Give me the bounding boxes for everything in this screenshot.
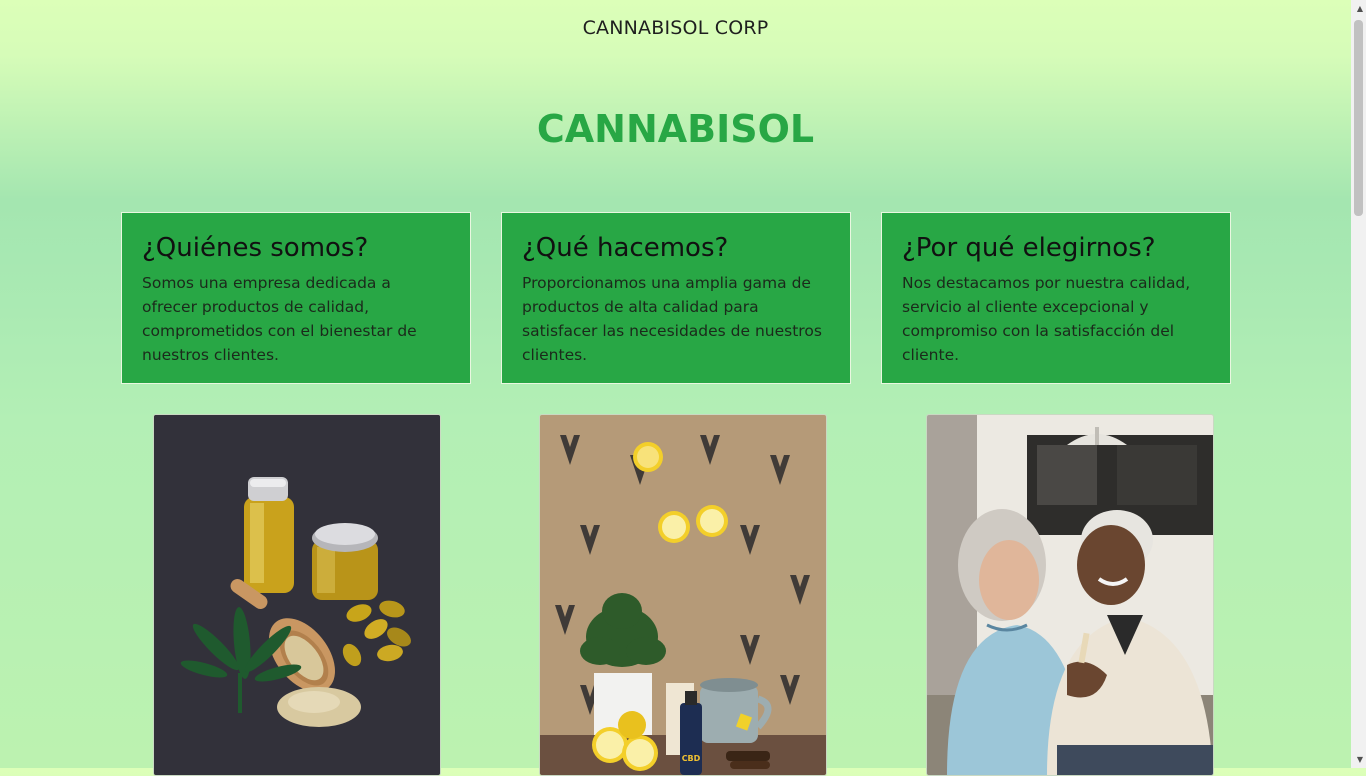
scrollbar-down-arrow[interactable]: ▼ (1357, 755, 1363, 764)
cbd-bottle-label: CBD (682, 754, 701, 763)
card-text: Proporcionamos una amplia gama de produc… (522, 274, 822, 364)
card-title: ¿Por qué elegirnos? (902, 233, 1156, 263)
scrollbar-up-arrow[interactable]: ▲ (1357, 4, 1363, 13)
card-title: ¿Quiénes somos? (142, 233, 369, 263)
brand-name: CANNABISOL CORP (582, 17, 769, 39)
card-text: Nos destacamos por nuestra calidad, serv… (902, 274, 1191, 364)
card-text: Somos una empresa dedicada a ofrecer pro… (142, 274, 417, 364)
cbd-oil-products-photo (153, 414, 441, 776)
scrollbar-thumb[interactable] (1354, 20, 1363, 216)
hero-title: CANNABISOL (536, 107, 815, 151)
card-who-we-are: ¿Quiénes somos? Somos una empresa dedica… (121, 212, 471, 384)
senior-couple-photo (926, 414, 1214, 776)
card-what-we-do: ¿Qué hacemos? Proporcionamos una amplia … (501, 212, 851, 384)
cbd-tea-lemons-photo: CBD (539, 414, 827, 776)
card-why-choose-us: ¿Por qué elegirnos? Nos destacamos por n… (881, 212, 1231, 384)
card-title: ¿Qué hacemos? (522, 233, 729, 263)
vertical-scrollbar[interactable]: ▲ ▼ (1351, 0, 1366, 768)
